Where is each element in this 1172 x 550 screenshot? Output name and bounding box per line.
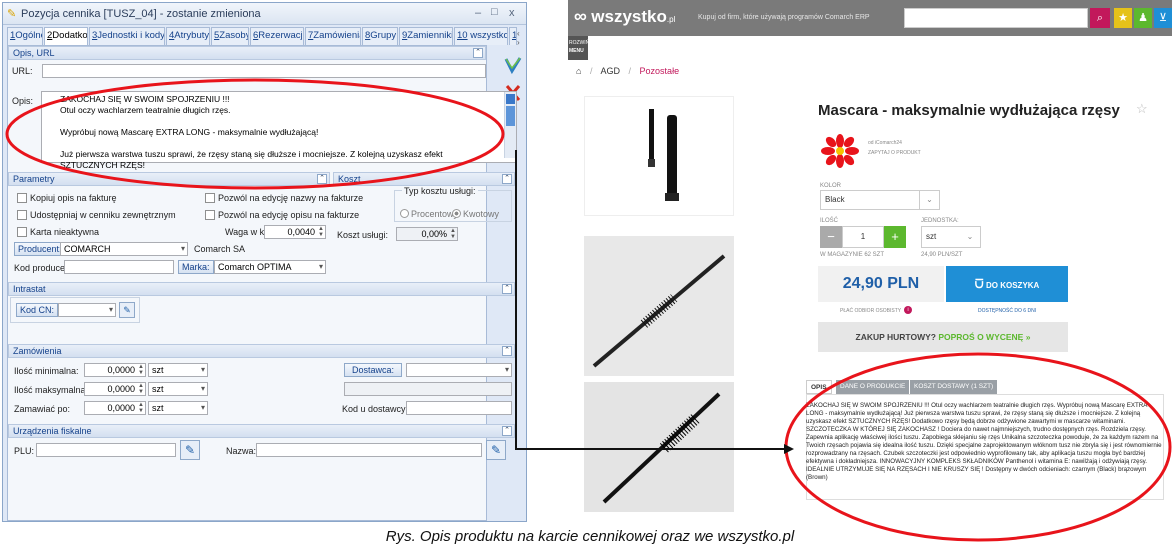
figure-caption: Rys. Opis produktu na karcie cennikowej … bbox=[385, 528, 795, 545]
annotation-ellipse-web bbox=[784, 352, 1172, 542]
annotation-arrow-line bbox=[515, 150, 784, 450]
annotation-overlay bbox=[5, 78, 1172, 542]
annotation-ellipse-erp bbox=[5, 78, 505, 190]
screenshot-root: { "left_window": { "title": "Pozycja cen… bbox=[0, 0, 1172, 550]
annotation-arrow-head bbox=[784, 444, 794, 454]
